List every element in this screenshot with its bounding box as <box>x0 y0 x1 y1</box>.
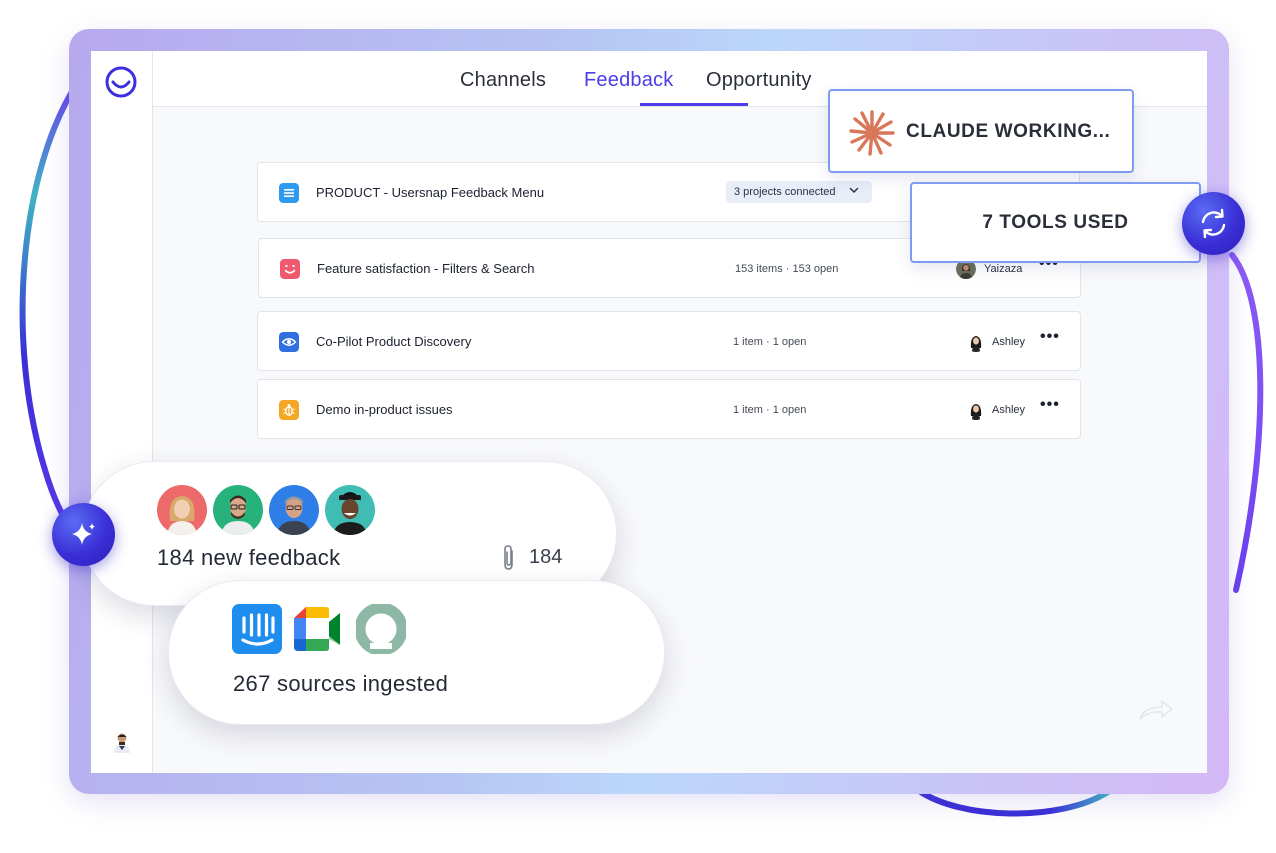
project-title: Feature satisfaction - Filters & Search <box>317 261 535 276</box>
sources-ingested-bubble: 267 sources ingested <box>168 580 665 725</box>
owner-avatar-icon <box>966 332 986 352</box>
tools-used-card: 7 TOOLS USED <box>910 182 1201 263</box>
sources-ingested-text: 267 sources ingested <box>233 671 449 696</box>
list-icon <box>279 183 299 203</box>
attachment-count: 184 <box>529 546 563 568</box>
project-item-count: 153 items · 153 open <box>735 263 839 275</box>
sparkle-icon <box>72 523 95 545</box>
owner-name: Ashley <box>992 336 1026 348</box>
claude-status-text: CLAUDE WORKING... <box>906 121 1111 142</box>
smile-hearts-icon <box>280 259 300 279</box>
claude-working-card: CLAUDE WORKING... <box>828 89 1134 173</box>
project-item-count: 1 item · 1 open <box>733 404 807 416</box>
paperclip-icon <box>504 545 513 570</box>
project-row-demo-issues[interactable]: Demo in-product issues 1 item · 1 open A… <box>257 379 1081 439</box>
eye-icon <box>279 332 299 352</box>
sync-icon <box>1201 208 1226 239</box>
ai-sparkle-badge <box>52 503 115 566</box>
connected-projects-label: 3 projects connected <box>734 186 836 198</box>
sync-badge <box>1182 192 1245 255</box>
user-avatar-icon[interactable] <box>111 731 133 753</box>
project-item-count: 1 item · 1 open <box>733 336 807 348</box>
google-meet-icon <box>294 607 340 651</box>
openai-icon <box>356 604 406 654</box>
tools-used-text: 7 TOOLS USED <box>982 212 1129 233</box>
claude-starburst-icon <box>849 110 895 156</box>
avatar-man-smiling-icon <box>325 485 375 535</box>
project-row-copilot-discovery[interactable]: Co-Pilot Product Discovery 1 item · 1 op… <box>257 311 1081 371</box>
avatar-man-gray-icon <box>269 485 319 535</box>
active-tab-indicator <box>640 103 748 106</box>
connected-projects-dropdown[interactable]: 3 projects connected <box>726 181 872 203</box>
tab-opportunity[interactable]: Opportunity <box>706 69 812 92</box>
avatar-man-glasses-icon <box>213 485 263 535</box>
bug-icon <box>279 400 299 420</box>
project-title: Co-Pilot Product Discovery <box>316 334 472 349</box>
sidebar <box>91 51 153 773</box>
project-title: PRODUCT - Usersnap Feedback Menu <box>316 185 545 200</box>
owner-avatar-icon <box>966 400 986 420</box>
tab-channels[interactable]: Channels <box>460 69 546 92</box>
usersnap-logo-icon[interactable] <box>104 65 138 99</box>
owner-name: Yaizaza <box>984 263 1023 275</box>
more-options-icon[interactable]: ••• <box>1040 396 1060 414</box>
owner-name: Ashley <box>992 404 1026 416</box>
new-feedback-count-text: 184 new feedback <box>157 545 341 570</box>
tab-feedback[interactable]: Feedback <box>584 69 673 92</box>
project-title: Demo in-product issues <box>316 402 453 417</box>
more-options-icon[interactable]: ••• <box>1040 328 1060 346</box>
forward-arrow-icon <box>1139 699 1174 720</box>
avatar-woman-icon <box>157 485 207 535</box>
chevron-down-icon <box>849 187 859 194</box>
intercom-icon <box>232 604 282 654</box>
